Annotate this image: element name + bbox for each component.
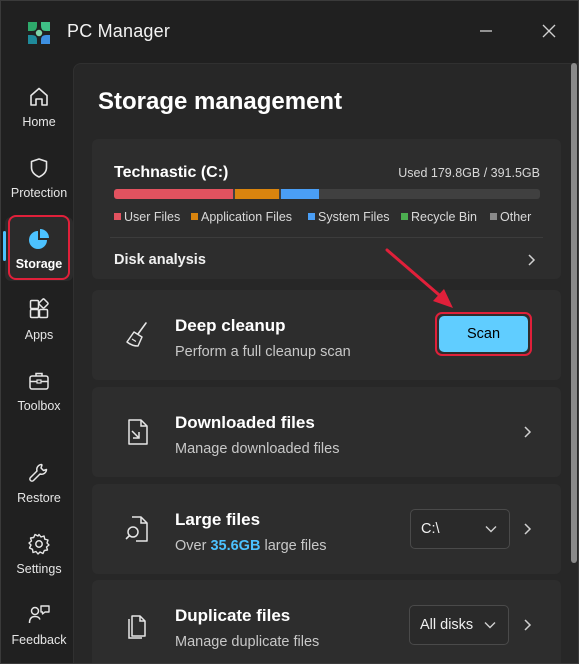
disk-scope-select[interactable]: All disks: [409, 605, 509, 645]
chevron-right-icon[interactable]: [521, 522, 533, 536]
pc-manager-window: PC Manager Home Protection Storage Apps …: [0, 0, 579, 664]
legend-item-application-files: Application Files: [191, 210, 292, 224]
sidebar-item-label: Restore: [17, 491, 61, 505]
pc-manager-logo-icon: [28, 22, 50, 44]
sidebar-item-label: Protection: [10, 186, 68, 200]
close-icon[interactable]: [541, 23, 557, 39]
legend-dot: [114, 213, 121, 220]
duplicate-files-subtitle: Manage duplicate files: [175, 634, 320, 650]
main-content: Storage management Technastic (C:) Used …: [73, 63, 578, 663]
download-file-icon: [128, 419, 148, 445]
gear-icon: [28, 533, 50, 555]
toolbox-icon: [29, 372, 49, 390]
large-files-subtitle: Over 35.6GB large files: [175, 538, 327, 554]
scan-button[interactable]: Scan: [439, 316, 528, 352]
sidebar-item-label: Settings: [16, 562, 62, 576]
duplicate-file-icon: [128, 615, 146, 639]
app-title: PC Manager: [67, 21, 171, 41]
drive-select[interactable]: C:\: [410, 509, 510, 549]
downloaded-files-subtitle: Manage downloaded files: [175, 441, 340, 457]
sidebar-item-label: Apps: [24, 328, 54, 342]
scrollbar[interactable]: [571, 63, 577, 563]
large-files-title: Large files: [175, 510, 261, 529]
shield-icon: [30, 158, 48, 178]
large-files-subtitle-prefix: Over: [175, 538, 211, 554]
downloaded-files-title: Downloaded files: [175, 413, 315, 432]
wrench-icon: [29, 463, 48, 482]
disk-analysis-label: Disk analysis: [114, 252, 206, 268]
sidebar-item-restore[interactable]: Restore: [5, 451, 73, 515]
legend-label: System Files: [318, 210, 390, 224]
usage-segment-user-files: [114, 189, 233, 199]
legend-item-recycle-bin: Recycle Bin: [401, 210, 477, 224]
legend-item-other: Other: [490, 210, 531, 224]
apps-icon: [29, 298, 49, 319]
legend-label: User Files: [124, 210, 181, 224]
legend-dot: [308, 213, 315, 220]
storage-usage-bar: [114, 189, 540, 199]
sidebar-item-protection[interactable]: Protection: [5, 146, 73, 210]
page-title: Storage management: [98, 88, 343, 115]
legend-dot: [191, 213, 198, 220]
deep-cleanup-card: Deep cleanup Perform a full cleanup scan…: [92, 290, 561, 380]
large-files-subtitle-suffix: large files: [260, 538, 327, 554]
sidebar: Home Protection Storage Apps Toolbox Res…: [1, 63, 75, 663]
active-nav-indicator: [3, 231, 6, 261]
sidebar-item-home[interactable]: Home: [5, 75, 73, 139]
large-files-size: 35.6GB: [210, 538, 261, 554]
legend-dot: [401, 213, 408, 220]
disk-scope-select-value: All disks: [420, 617, 474, 633]
drive-select-value: C:\: [421, 521, 440, 537]
feedback-icon: [28, 605, 50, 624]
sidebar-item-apps[interactable]: Apps: [5, 288, 73, 352]
usage-segment-application-files: [234, 189, 280, 199]
storage-highlight-box: [8, 215, 70, 280]
sidebar-item-toolbox[interactable]: Toolbox: [5, 359, 73, 423]
duplicate-files-card[interactable]: Duplicate files Manage duplicate files A…: [92, 580, 561, 663]
legend-label: Application Files: [201, 210, 293, 224]
deep-cleanup-subtitle: Perform a full cleanup scan: [175, 344, 351, 360]
drive-usage-card: Technastic (C:) Used 179.8GB / 391.5GB U…: [92, 139, 561, 279]
legend-item-user-files: User Files: [114, 210, 180, 224]
usage-segment-system-files: [281, 189, 319, 199]
chevron-right-icon: [528, 254, 536, 266]
chevron-right-icon[interactable]: [521, 425, 533, 439]
deep-cleanup-title: Deep cleanup: [175, 316, 286, 335]
broom-icon: [126, 322, 147, 347]
chevron-down-icon: [485, 526, 497, 533]
home-icon: [30, 87, 48, 106]
large-files-card[interactable]: Large files Over 35.6GB large files C:\: [92, 484, 561, 574]
legend-item-system-files: System Files: [308, 210, 390, 224]
minimize-icon[interactable]: [478, 23, 494, 39]
legend-label: Recycle Bin: [411, 210, 477, 224]
sidebar-item-label: Home: [22, 115, 56, 129]
chevron-right-icon[interactable]: [521, 618, 533, 632]
drive-name: Technastic (C:): [114, 164, 229, 181]
large-file-search-icon: [125, 516, 148, 542]
downloaded-files-card[interactable]: Downloaded files Manage downloaded files: [92, 387, 561, 477]
sidebar-item-label: Toolbox: [17, 399, 61, 413]
chevron-down-icon: [484, 622, 496, 629]
drive-used-text: Used 179.8GB / 391.5GB: [398, 166, 540, 180]
legend-label: Other: [500, 210, 532, 224]
sidebar-item-feedback[interactable]: Feedback: [5, 593, 73, 657]
disk-analysis-row[interactable]: Disk analysis: [92, 238, 561, 279]
title-bar: PC Manager: [1, 1, 578, 63]
duplicate-files-title: Duplicate files: [175, 606, 291, 625]
sidebar-item-settings[interactable]: Settings: [5, 522, 73, 586]
legend-dot: [490, 213, 497, 220]
sidebar-item-label: Feedback: [11, 633, 67, 647]
